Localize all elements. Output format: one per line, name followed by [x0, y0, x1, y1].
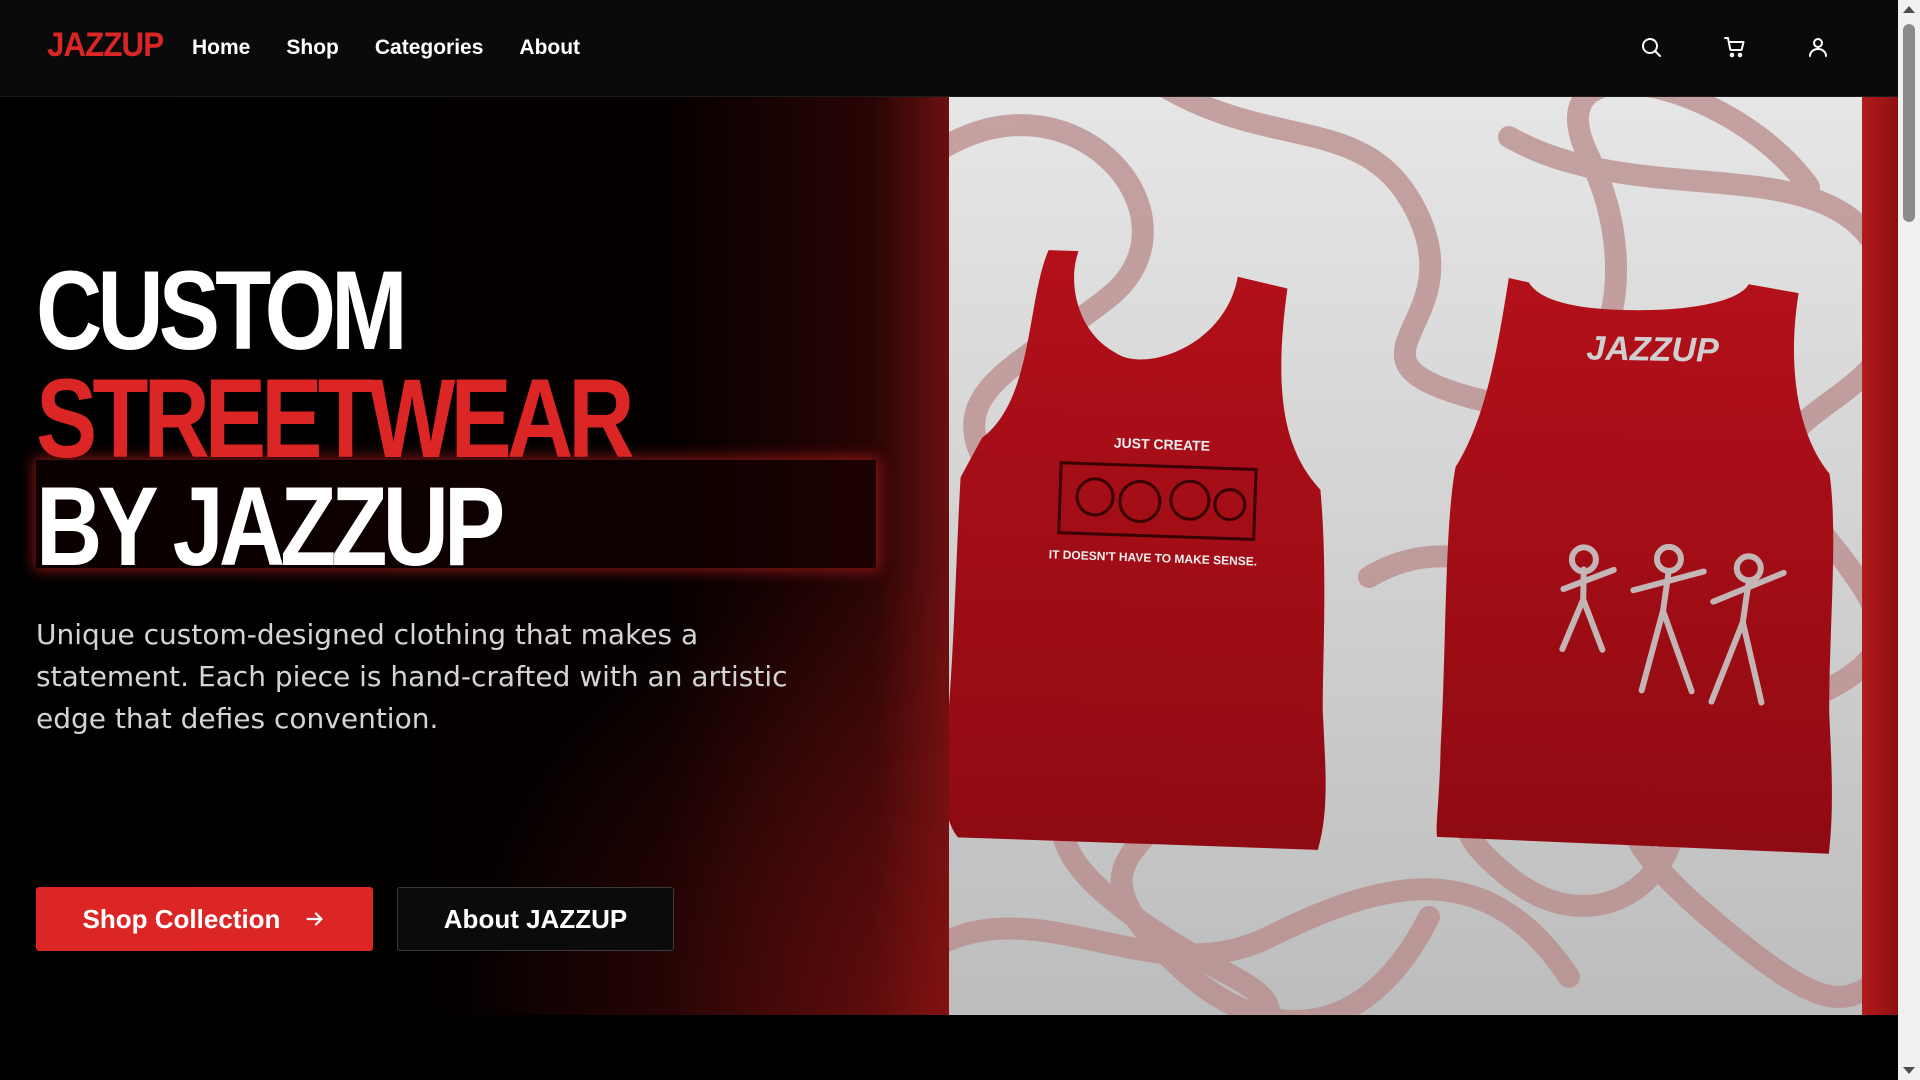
page-scrollbar[interactable]: [1898, 0, 1920, 1080]
nav-about-link[interactable]: About: [519, 36, 580, 60]
main-nav: Home Shop Categories About: [192, 36, 580, 60]
front-print-top: JUST CREATE: [1114, 435, 1211, 454]
back-print-logo: JAZZUP: [1586, 329, 1719, 369]
page-bottom: [0, 1015, 1898, 1080]
brand-logo[interactable]: JAZZUP: [47, 26, 164, 65]
shop-collection-button[interactable]: Shop Collection: [36, 887, 373, 951]
hero-tagline: Unique custom-designed clothing that mak…: [36, 618, 788, 735]
nav-shop-link[interactable]: Shop: [286, 36, 339, 60]
site-header: JAZZUP Home Shop Categories About: [0, 0, 1898, 97]
headline-line-1: CUSTOM: [36, 248, 408, 373]
scroll-thumb[interactable]: [1903, 24, 1915, 222]
scroll-up-icon[interactable]: [1903, 6, 1915, 13]
nav-categories-link[interactable]: Categories: [375, 36, 484, 60]
search-icon[interactable]: [1634, 30, 1668, 64]
arrow-right-icon: [307, 912, 323, 926]
tank-tops-photo: JUST CREATE IT DOESN'T HAVE TO MAKE SENS…: [949, 97, 1862, 1015]
scroll-down-icon[interactable]: [1903, 1067, 1915, 1074]
hero-section: CUSTOM STREETWEAR BY JAZZUP Unique custo…: [0, 97, 1898, 1015]
headline-line-3: BY JAZZUP: [36, 464, 505, 589]
cart-icon[interactable]: [1718, 30, 1752, 64]
about-jazzup-label: About JAZZUP: [443, 903, 628, 934]
product-hero-image: JUST CREATE IT DOESN'T HAVE TO MAKE SENS…: [949, 97, 1862, 1015]
user-icon[interactable]: [1801, 30, 1835, 64]
about-jazzup-button[interactable]: About JAZZUP: [397, 887, 674, 951]
hero-text-panel: CUSTOM STREETWEAR BY JAZZUP Unique custo…: [0, 97, 950, 1015]
headline-line-2: STREETWEAR: [36, 356, 635, 481]
shop-collection-label: Shop Collection: [82, 903, 281, 934]
hero-image-edge: [1862, 97, 1898, 1015]
nav-home-link[interactable]: Home: [192, 36, 250, 60]
hero-headline: CUSTOM STREETWEAR BY JAZZUP: [36, 248, 635, 589]
